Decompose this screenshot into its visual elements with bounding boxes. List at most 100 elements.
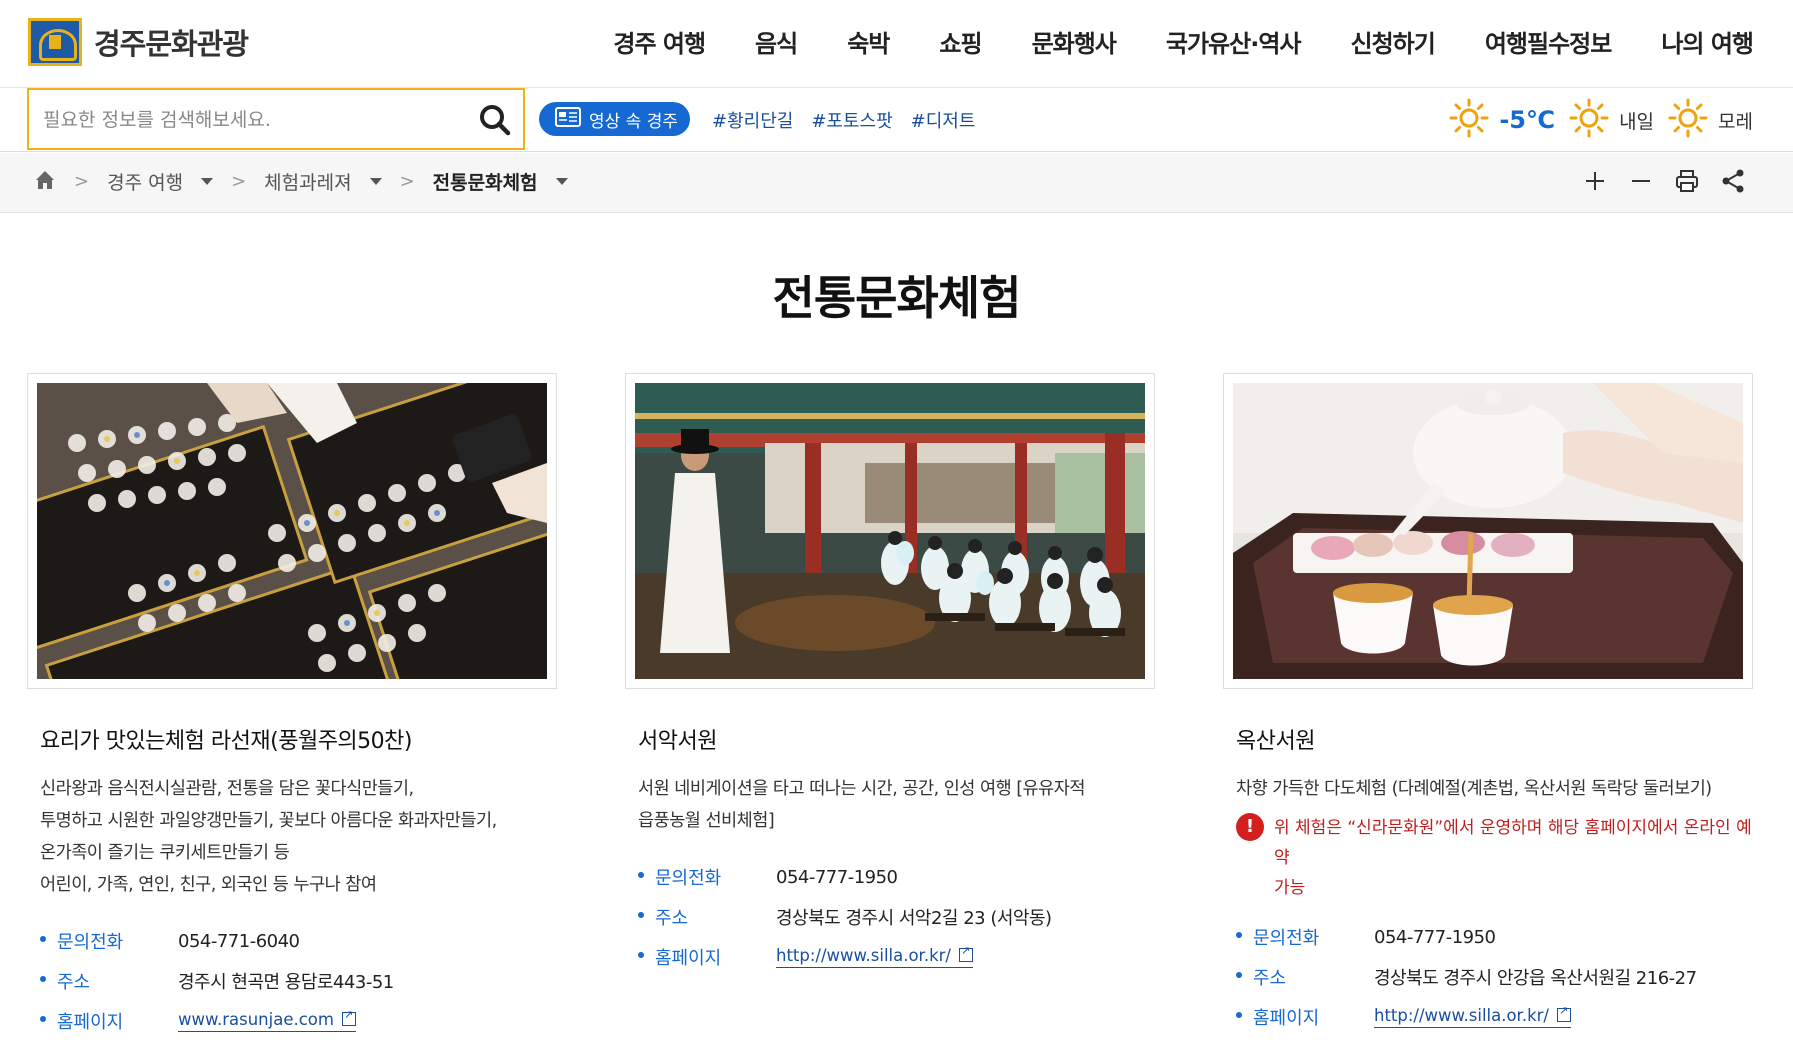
homepage-link[interactable]: www.rasunjae.com	[178, 1008, 356, 1032]
phone-value: 054-777-1950	[1374, 926, 1496, 948]
breadcrumb-label: 경주 여행	[107, 172, 184, 194]
share-icon[interactable]	[1719, 167, 1747, 195]
site-logo[interactable]: 경주문화관광	[28, 18, 249, 66]
caret-down-icon	[201, 178, 214, 185]
card-title: 옥산서원	[1236, 729, 1315, 754]
breadcrumb-label: 체험과레져	[264, 172, 352, 194]
card-info: 문의전화 054-777-1950 주소 경상북도 경주시 서악2길 23 (서…	[638, 857, 1155, 977]
weather-tomorrow[interactable]: 내일	[1569, 98, 1654, 142]
home-icon[interactable]	[34, 169, 56, 195]
tea-ceremony-photo	[1233, 383, 1743, 679]
nav-my-travel[interactable]: 나의 여행	[1661, 24, 1754, 59]
print-icon[interactable]	[1673, 167, 1701, 195]
experience-card: 서악서원 서원 네비게이션을 타고 떠나는 시간, 공간, 인성 여행 [유유자…	[625, 373, 1155, 977]
external-link-icon	[1556, 1004, 1571, 1022]
card-image	[27, 373, 557, 689]
weather-widget: -5℃ 내일 모레	[1449, 98, 1753, 142]
sun-icon	[1668, 98, 1708, 142]
site-header: 경주문화관광 경주 여행 음식 숙박 쇼핑 문화행사 국가유산·역사 신청하기 …	[0, 0, 1793, 88]
description-line: 서원 네비게이션을 타고 떠나는 시간, 공간, 인성 여행 [유유자적	[638, 779, 1085, 799]
address-row: 주소 경상북도 경주시 서악2길 23 (서악동)	[638, 897, 1155, 937]
card-image	[1223, 373, 1753, 689]
hashtag-link[interactable]: #디저트	[911, 107, 976, 133]
caret-down-icon	[369, 178, 382, 185]
address-label: 주소	[40, 968, 178, 994]
sun-icon	[1569, 98, 1609, 142]
video-icon	[555, 106, 581, 133]
address-value: 경주시 현곡면 용담로443-51	[178, 972, 394, 993]
description-line: 신라왕과 음식전시실관람, 전통을 담은 꽃다식만들기,	[40, 779, 414, 799]
description-line: 어린이, 가족, 연인, 친구, 외국인 등 누구나 참여	[40, 875, 377, 895]
card-description: 서원 네비게이션을 타고 떠나는 시간, 공간, 인성 여행 [유유자적 읍풍농…	[638, 773, 1155, 837]
nav-food[interactable]: 음식	[755, 24, 798, 59]
nav-heritage-history[interactable]: 국가유산·역사	[1166, 24, 1302, 59]
alert-icon: !	[1236, 813, 1264, 841]
homepage-link[interactable]: http://www.silla.or.kr/	[1374, 1004, 1571, 1028]
page-tools	[1581, 167, 1747, 195]
nav-culture-events[interactable]: 문화행사	[1032, 24, 1117, 59]
caret-down-icon	[555, 178, 568, 185]
seoak-seowon-photo	[635, 383, 1145, 679]
video-button-label: 영상 속 경주	[589, 111, 679, 132]
video-gyeongju-button[interactable]: 영상 속 경주	[539, 102, 691, 136]
nav-apply[interactable]: 신청하기	[1351, 24, 1436, 59]
weather-today[interactable]: -5℃	[1449, 98, 1555, 142]
homepage-url: www.rasunjae.com	[178, 1010, 334, 1029]
search-box	[27, 88, 525, 150]
weather-day-after-label: 모레	[1718, 110, 1753, 133]
notice-line: 가능	[1274, 878, 1306, 898]
description-line: 읍풍농월 선비체험]	[638, 811, 775, 831]
nav-gyeongju-travel[interactable]: 경주 여행	[613, 24, 706, 59]
card-description: 차향 가득한 다도체험 (다례예절(계촌법, 옥산서원 독락당 둘러보기)	[1236, 773, 1753, 805]
homepage-label: 홈페이지	[638, 944, 776, 970]
phone-value: 054-777-1950	[776, 866, 898, 888]
sun-icon	[1449, 98, 1489, 142]
search-input[interactable]	[43, 106, 463, 134]
card-info: 문의전화 054-771-6040 주소 경주시 현곡면 용담로443-51 홈…	[40, 921, 557, 1041]
description-line: 온가족이 즐기는 쿠키세트만들기 등	[40, 843, 290, 863]
breadcrumb-item-travel[interactable]: 경주 여행	[107, 168, 214, 195]
address-label: 주소	[1236, 964, 1374, 990]
breadcrumb-label: 전통문화체험	[432, 172, 538, 194]
nav-shopping[interactable]: 쇼핑	[939, 24, 982, 59]
phone-row: 문의전화 054-777-1950	[1236, 917, 1753, 957]
breadcrumb-bar: > 경주 여행 > 체험과레져 > 전통문화체험	[0, 153, 1793, 213]
notice-text: 위 체험은 “신라문화원”에서 운영하며 해당 홈페이지에서 온라인 예약 가능	[1274, 813, 1753, 903]
phone-label: 문의전화	[638, 864, 776, 890]
hashtag-link[interactable]: #포토스팟	[811, 107, 892, 133]
weather-day-after[interactable]: 모레	[1668, 98, 1753, 142]
weather-temperature: -5℃	[1499, 106, 1556, 134]
description-line: 투명하고 시원한 과일양갱만들기, 꽃보다 아름다운 화과자만들기,	[40, 811, 497, 831]
homepage-row: 홈페이지 http://www.silla.or.kr/	[1236, 997, 1753, 1037]
card-title: 요리가 맛있는체험 라선재(풍월주의50찬)	[40, 729, 413, 754]
logo-text: 경주문화관광	[94, 27, 249, 61]
homepage-label: 홈페이지	[1236, 1004, 1374, 1030]
description-line: 차향 가득한 다도체험 (다례예절(계촌법, 옥산서원 독락당 둘러보기)	[1236, 779, 1712, 799]
search-row: 영상 속 경주 #황리단길 #포토스팟 #디저트 -5℃ 내일 모레	[0, 88, 1793, 152]
address-row: 주소 경상북도 경주시 안강읍 옥산서원길 216-27	[1236, 957, 1753, 997]
card-title: 서악서원	[638, 729, 717, 754]
card-info: 문의전화 054-777-1950 주소 경상북도 경주시 안강읍 옥산서원길 …	[1236, 917, 1753, 1037]
hashtag-link[interactable]: #황리단길	[712, 107, 793, 133]
reservation-notice: ! 위 체험은 “신라문화원”에서 운영하며 해당 홈페이지에서 온라인 예약 …	[1236, 813, 1753, 903]
notice-line: 위 체험은 “신라문화원”에서 운영하며 해당 홈페이지에서 온라인 예약	[1274, 818, 1752, 868]
chevron-right-icon: >	[399, 171, 415, 192]
chevron-right-icon: >	[231, 171, 247, 192]
address-label: 주소	[638, 904, 776, 930]
nav-travel-essentials[interactable]: 여행필수정보	[1485, 24, 1612, 59]
chevron-right-icon: >	[74, 171, 90, 192]
breadcrumb-item-current[interactable]: 전통문화체험	[433, 168, 568, 195]
breadcrumb-item-leisure[interactable]: 체험과레져	[264, 168, 382, 195]
gyeongju-emblem-icon	[28, 18, 82, 66]
homepage-url: http://www.silla.or.kr/	[1374, 1006, 1549, 1025]
phone-label: 문의전화	[1236, 924, 1374, 950]
external-link-icon	[341, 1008, 356, 1026]
nav-lodging[interactable]: 숙박	[847, 24, 890, 59]
address-value: 경상북도 경주시 안강읍 옥산서원길 216-27	[1374, 968, 1697, 989]
zoom-in-icon[interactable]	[1581, 167, 1609, 195]
zoom-out-icon[interactable]	[1627, 167, 1655, 195]
search-icon[interactable]	[477, 102, 513, 138]
hashtag-list: #황리단길 #포토스팟 #디저트	[712, 107, 975, 133]
card-description: 신라왕과 음식전시실관람, 전통을 담은 꽃다식만들기, 투명하고 시원한 과일…	[40, 773, 557, 901]
homepage-link[interactable]: http://www.silla.or.kr/	[776, 944, 973, 968]
